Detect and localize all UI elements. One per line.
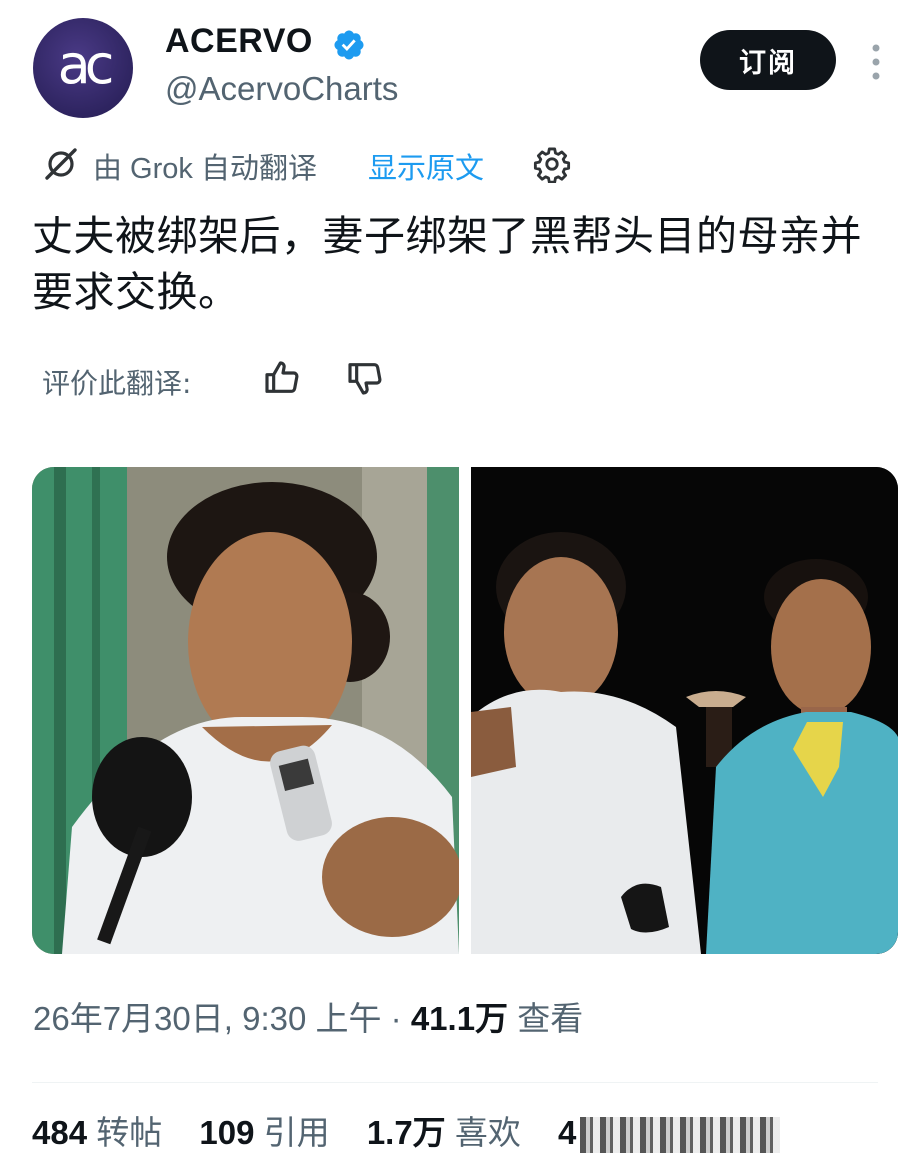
photo-couple[interactable] [471, 467, 898, 954]
bookmarks-count: 4 [558, 1114, 577, 1151]
quotes-label: 引用 [254, 1114, 330, 1151]
tweet-timestamp[interactable]: 26年7月30日, 9:30 上午 · [33, 1000, 411, 1037]
divider [32, 1082, 878, 1083]
views-label: 查看 [508, 1000, 584, 1037]
avatar[interactable]: ac [33, 18, 133, 118]
likes-stat[interactable]: 1.7万 喜欢 [367, 1106, 521, 1154]
verified-badge-icon [334, 30, 364, 60]
bookmarks-stat[interactable]: 4 [558, 1114, 781, 1154]
photo-couple-image [471, 467, 898, 954]
photo-woman-interview[interactable] [32, 467, 459, 954]
rate-translation-label: 评价此翻译: [42, 367, 192, 400]
thumbs-down-icon[interactable] [345, 358, 385, 398]
reposts-stat[interactable]: 484 转帖 [32, 1106, 162, 1154]
reposts-count: 484 [32, 1114, 88, 1151]
obscured-region [580, 1117, 781, 1154]
likes-label: 喜欢 [445, 1114, 521, 1151]
engagement-stats: 484 转帖 109 引用 1.7万 喜欢 4 [32, 1106, 781, 1154]
translated-by-grok-label: 由 Grok 自动翻译 [93, 153, 317, 185]
show-original-link[interactable]: 显示原文 [368, 145, 484, 187]
photo-woman-interview-image [32, 467, 459, 954]
likes-count: 1.7万 [366, 1114, 446, 1151]
thumbs-up-icon[interactable] [262, 358, 302, 398]
more-vertical-icon[interactable] [868, 42, 884, 82]
tweet-meta: 26年7月30日, 9:30 上午 · 41.1万 查看 [33, 992, 583, 1040]
quotes-count: 109 [199, 1114, 255, 1151]
subscribe-button[interactable]: 订阅 [700, 30, 836, 90]
tweet-text: 丈夫被绑架后，妻子绑架了黑帮头目的母亲并要求交换。 [32, 212, 862, 316]
grok-icon [45, 148, 77, 180]
views-count: 41.1万 [410, 1000, 509, 1037]
account-handle[interactable]: @AcervoCharts [165, 70, 398, 108]
gear-icon[interactable] [533, 145, 571, 183]
reposts-label: 转帖 [87, 1114, 163, 1151]
media-grid [32, 467, 898, 954]
quotes-stat[interactable]: 109 引用 [199, 1106, 329, 1154]
display-name[interactable]: ACERVO [165, 22, 313, 61]
avatar-logo-text: ac [57, 33, 115, 96]
